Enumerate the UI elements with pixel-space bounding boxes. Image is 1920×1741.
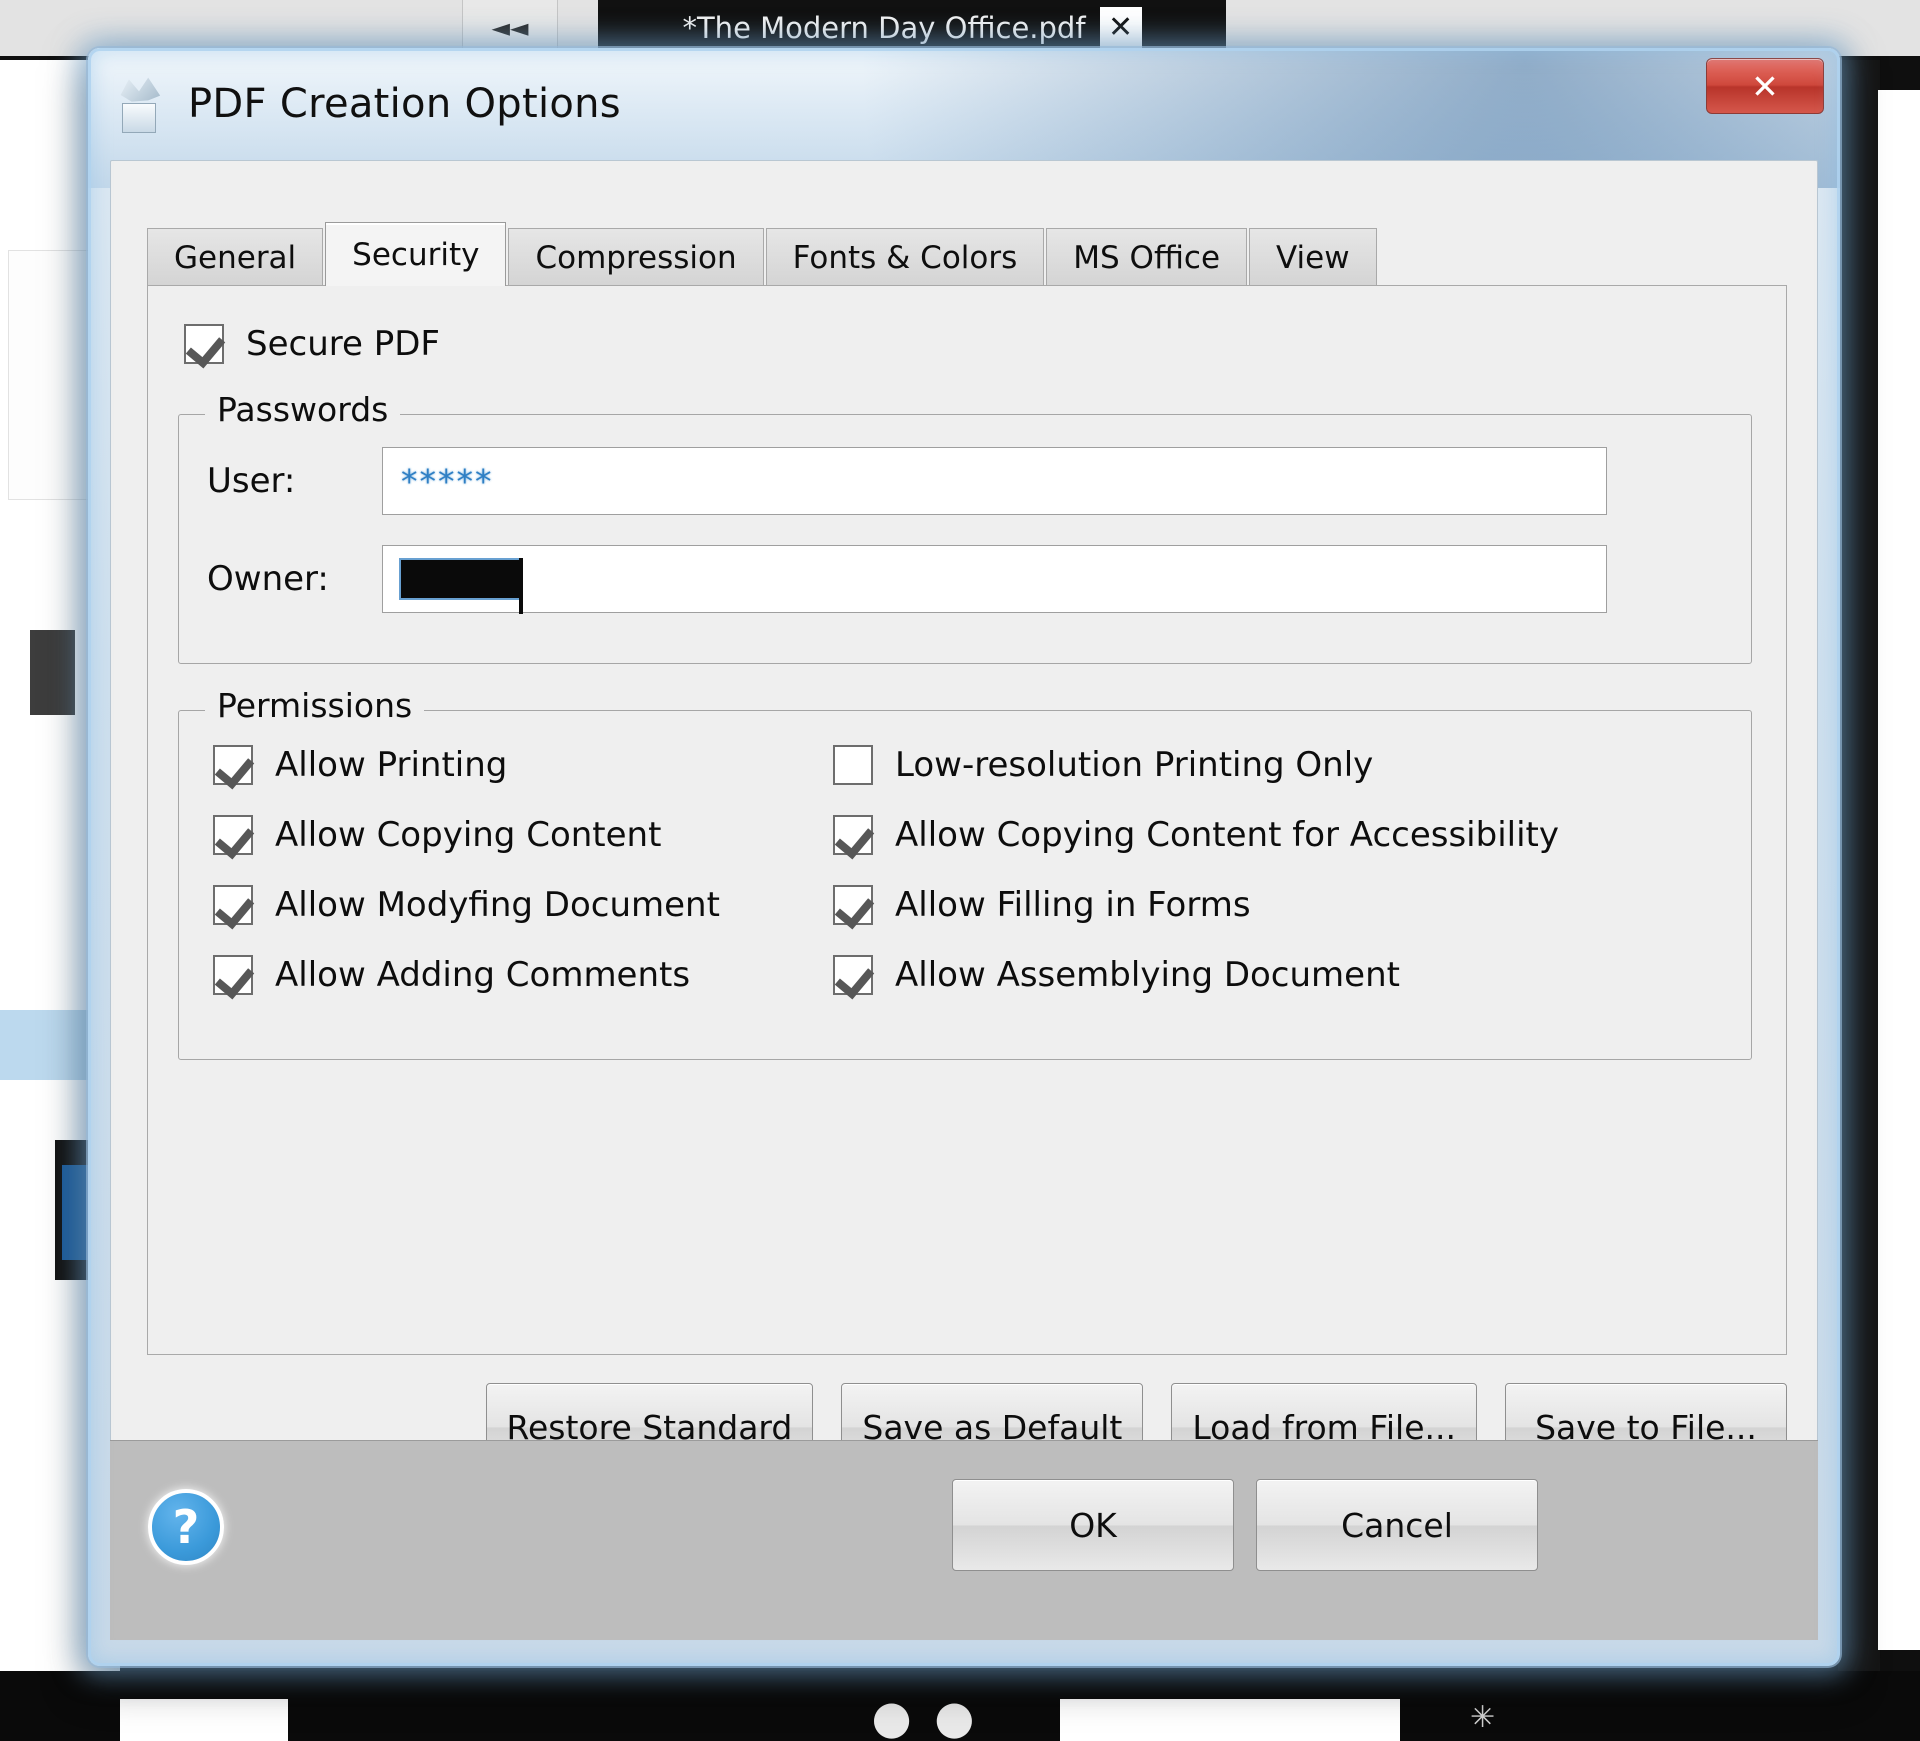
allow-printing-label: Allow Printing: [275, 745, 508, 785]
tab-strip: General Security Compression Fonts & Col…: [147, 222, 1787, 286]
permission-allow-filling-in-forms[interactable]: Allow Filling in Forms: [833, 885, 1713, 925]
permission-allow-adding-comments[interactable]: Allow Adding Comments: [213, 955, 833, 995]
status-bar-field: [120, 1699, 288, 1741]
allow-modyfing-document-label: Allow Modyfing Document: [275, 885, 720, 925]
allow-filling-in-forms-label: Allow Filling in Forms: [895, 885, 1251, 925]
owner-password-input[interactable]: [382, 545, 1607, 614]
secure-pdf-checkbox-row[interactable]: Secure PDF: [184, 324, 440, 364]
permissions-group-title: Permissions: [205, 686, 425, 725]
document-tab-title: *The Modern Day Office.pdf: [682, 11, 1086, 45]
document-page: [1878, 90, 1920, 1650]
owner-password-label: Owner:: [207, 559, 329, 599]
allow-printing-checkbox[interactable]: [213, 745, 253, 785]
status-bar-field: [1060, 1699, 1400, 1741]
cancel-button[interactable]: Cancel: [1256, 1479, 1538, 1571]
permission-low-resolution-printing-only[interactable]: Low-resolution Printing Only: [833, 745, 1713, 785]
permissions-grid: Allow Printing Low-resolution Printing O…: [213, 745, 1713, 995]
allow-adding-comments-label: Allow Adding Comments: [275, 955, 691, 995]
tab-general[interactable]: General: [147, 228, 324, 286]
document-page-gutter: [1838, 60, 1880, 1680]
tab-security[interactable]: Security: [325, 222, 507, 286]
tab-fonts-and-colors[interactable]: Fonts & Colors: [765, 228, 1045, 286]
ok-button[interactable]: OK: [952, 1479, 1234, 1571]
security-tab-panel: Secure PDF Passwords User: ***** Owner:: [147, 285, 1787, 1355]
permission-allow-copying-content[interactable]: Allow Copying Content: [213, 815, 833, 855]
allow-adding-comments-checkbox[interactable]: [213, 955, 253, 995]
allow-copying-content-checkbox[interactable]: [213, 815, 253, 855]
close-window-button[interactable]: ✕: [1706, 58, 1824, 114]
permission-allow-printing[interactable]: Allow Printing: [213, 745, 833, 785]
low-resolution-printing-only-label: Low-resolution Printing Only: [895, 745, 1374, 785]
permission-allow-assemblying-document[interactable]: Allow Assemblying Document: [833, 955, 1713, 995]
passwords-group-title: Passwords: [205, 390, 401, 429]
dialog-client-area: General Security Compression Fonts & Col…: [110, 160, 1818, 1640]
page-indicator-glyph: ● ●: [871, 1690, 979, 1741]
user-password-row: User: *****: [207, 447, 1607, 515]
text-caret: [519, 558, 523, 614]
dialog-titlebar: PDF Creation Options: [88, 48, 1840, 160]
pdf-app-icon: [114, 75, 166, 133]
secure-pdf-label: Secure PDF: [246, 324, 440, 364]
dialog-title: PDF Creation Options: [188, 81, 621, 127]
permission-allow-modyfing-document[interactable]: Allow Modyfing Document: [213, 885, 833, 925]
pdf-creation-options-dialog: PDF Creation Options ✕ General Security …: [88, 48, 1840, 1666]
passwords-group: Passwords User: ***** Owner:: [178, 390, 1752, 664]
allow-assemblying-document-label: Allow Assemblying Document: [895, 955, 1400, 995]
user-password-input[interactable]: *****: [382, 447, 1607, 515]
user-password-value: *****: [401, 461, 494, 501]
tab-view[interactable]: View: [1249, 228, 1377, 286]
allow-copying-content-for-accessibility-label: Allow Copying Content for Accessibility: [895, 815, 1559, 855]
allow-modyfing-document-checkbox[interactable]: [213, 885, 253, 925]
close-icon[interactable]: ✕: [1099, 7, 1142, 49]
owner-password-row: Owner:: [207, 545, 1607, 614]
snowflake-icon: ✳: [1470, 1700, 1496, 1735]
help-icon[interactable]: ?: [148, 1489, 224, 1565]
allow-copying-content-label: Allow Copying Content: [275, 815, 662, 855]
thumbnail-figure: [30, 630, 75, 715]
tab-ms-office[interactable]: MS Office: [1046, 228, 1248, 286]
permission-allow-copying-content-for-accessibility[interactable]: Allow Copying Content for Accessibility: [833, 815, 1713, 855]
owner-password-value-redacted: [401, 558, 523, 614]
low-resolution-printing-only-checkbox[interactable]: [833, 745, 873, 785]
secure-pdf-checkbox[interactable]: [184, 324, 224, 364]
tab-compression[interactable]: Compression: [508, 228, 764, 286]
dialog-command-bar: ? OK Cancel: [110, 1440, 1818, 1640]
permissions-group: Permissions Allow Printing Low-resolutio…: [178, 686, 1752, 1060]
user-password-label: User:: [207, 461, 296, 501]
allow-filling-in-forms-checkbox[interactable]: [833, 885, 873, 925]
allow-copying-content-for-accessibility-checkbox[interactable]: [833, 815, 873, 855]
allow-assemblying-document-checkbox[interactable]: [833, 955, 873, 995]
